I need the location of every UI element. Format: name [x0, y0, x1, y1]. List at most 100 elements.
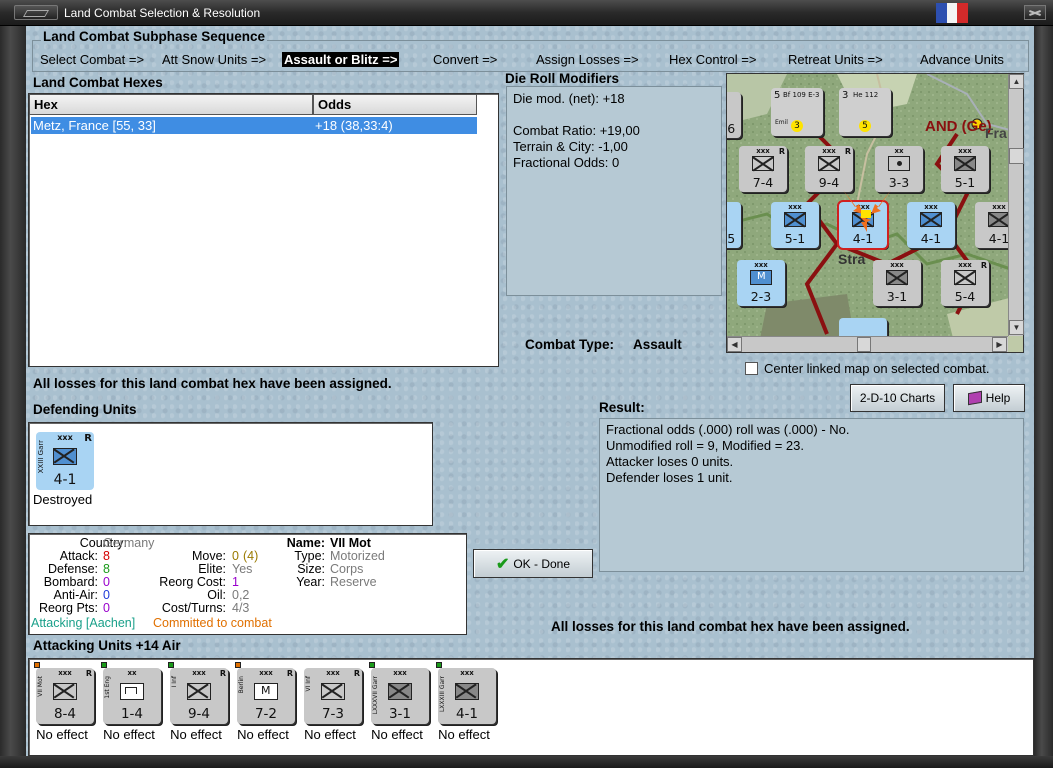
map-counter[interactable]: xxx R 7-4 — [739, 146, 787, 192]
result-line: Fractional odds (.000) roll was (.000) -… — [606, 422, 850, 437]
counter-size: xxx — [460, 669, 474, 677]
defending-heading: Defending Units — [33, 402, 137, 417]
center-linked-checkbox[interactable] — [745, 362, 758, 375]
defending-unit-counter[interactable]: xxx R XXIII Garr 4-1 — [36, 432, 94, 490]
attacking-unit[interactable]: xxx LXXXVII Garr 3-1 No effect — [363, 662, 431, 742]
linked-map[interactable]: AND (Ge) Fra Stra 5 Bf 109 E-3 Emil 3 3 … — [726, 73, 1024, 353]
hex-cell: Metz, France [55, 33] — [33, 118, 156, 133]
counter-side-label: I Inf — [171, 676, 178, 688]
counter-r: R — [778, 147, 785, 156]
system-menu-button[interactable] — [14, 5, 58, 20]
garrison-symbol-icon — [988, 212, 1010, 227]
air-unit-counter[interactable]: 3 He 112 5 — [839, 88, 891, 136]
frame-left — [0, 26, 26, 768]
step-retreat-units: Retreat Units => — [788, 52, 883, 67]
attacking-unit-counter[interactable]: xxx LXXXVII Garr 3-1 — [371, 668, 429, 724]
cost-turns-value: 4/3 — [232, 601, 250, 615]
scroll-thumb[interactable] — [857, 337, 871, 352]
air-unit-name: Bf 109 E-3 — [783, 91, 820, 99]
scroll-left-icon[interactable]: ◀ — [727, 337, 742, 352]
attacking-unit[interactable]: xxx R I Inf 9-4 No effect — [162, 662, 230, 742]
result-panel: Fractional odds (.000) roll was (.000) -… — [599, 418, 1024, 572]
fractional-odds-line: Fractional Odds: 0 — [513, 155, 620, 170]
counter-size: xx — [127, 669, 137, 677]
motorized-symbol-icon: M — [750, 270, 772, 285]
country-value: Germany — [103, 536, 155, 550]
help-button[interactable]: Help — [953, 384, 1025, 412]
infantry-symbol-icon — [818, 156, 840, 171]
counter-strength: 8-4 — [53, 706, 77, 722]
frame-bottom — [0, 756, 1053, 768]
counter-size: xxx — [788, 203, 802, 211]
scroll-right-icon[interactable]: ▶ — [992, 337, 1007, 352]
attacking-unit-counter[interactable]: xxx R I Inf 9-4 — [170, 668, 228, 724]
counter-r: R — [286, 669, 293, 678]
attacking-unit-counter[interactable]: xxx LXXXIII Garr 4-1 — [438, 668, 496, 724]
infantry-symbol-icon — [752, 156, 774, 171]
terrain-city-line: Terrain & City: -1,00 — [513, 139, 628, 154]
attacking-unit-counter[interactable]: xxx R VII Mot 8-4 — [36, 668, 94, 724]
ok-done-label: OK - Done — [513, 556, 571, 571]
step-assign-losses: Assign Losses => — [536, 52, 639, 67]
ok-done-button[interactable]: ✔ OK - Done — [473, 549, 593, 578]
garrison-symbol-icon — [920, 212, 942, 227]
hexes-table: Hex Odds Metz, France [55, 33] +18 (38,3… — [28, 93, 499, 367]
map-vertical-scrollbar[interactable]: ▲ ▼ — [1008, 74, 1024, 336]
scroll-thumb[interactable] — [1009, 148, 1024, 164]
attacking-unit-counter[interactable]: xxx R Berlin M 7-2 — [237, 668, 295, 724]
counter-strength: 1-4 — [120, 706, 144, 722]
map-counter[interactable]: xxx R 5-4 — [941, 260, 989, 306]
air-unit-counter[interactable]: 5 Bf 109 E-3 Emil 3 — [771, 88, 823, 136]
unit-effect: No effect — [371, 727, 423, 742]
air-unit-pilot: Emil — [775, 119, 788, 126]
counter-r: R — [85, 669, 92, 678]
map-counter[interactable]: -5 — [727, 202, 741, 248]
step-att-snow-units: Att Snow Units => — [162, 52, 267, 67]
garrison-symbol-icon — [388, 683, 412, 700]
attacking-unit[interactable]: xx 1st Eng 1-4 No effect — [95, 662, 163, 742]
attacking-unit-counter[interactable]: xxx R VI Inf 7-3 — [304, 668, 362, 724]
attacking-status: Attacking [Aachen] — [31, 616, 136, 630]
map-country-label: AND (Ge) — [925, 118, 992, 135]
map-horizontal-scrollbar[interactable]: ◀ ▶ — [727, 336, 1008, 352]
counter-r: R — [84, 433, 92, 444]
losses-assigned-message: All losses for this land combat hex have… — [33, 376, 392, 391]
attacking-unit[interactable]: xxx R VI Inf 7-3 No effect — [296, 668, 364, 742]
attacking-unit[interactable]: xxx R Berlin M 7-2 No effect — [229, 662, 297, 742]
map-counter[interactable]: xxx 4-1 — [907, 202, 955, 248]
counter-size: xxx — [890, 261, 904, 269]
garrison-symbol-icon — [886, 270, 908, 285]
attacking-unit[interactable]: xxx LXXXIII Garr 4-1 No effect — [430, 662, 498, 742]
map-counter[interactable]: xxx 5-1 — [771, 202, 819, 248]
committed-status: Committed to combat — [153, 616, 272, 630]
artillery-symbol-icon — [888, 156, 910, 171]
result-line: Attacker loses 0 units. — [606, 454, 734, 469]
france-flag-icon — [936, 3, 969, 23]
column-hex[interactable]: Hex — [29, 94, 313, 115]
counter-strength: 9-4 — [187, 706, 211, 722]
garrison-symbol-icon — [954, 156, 976, 171]
scroll-up-icon[interactable]: ▲ — [1009, 74, 1024, 89]
map-counter[interactable]: xxx 5-1 — [941, 146, 989, 192]
step-hex-control: Hex Control => — [669, 52, 757, 67]
step-select-combat: Select Combat => — [40, 52, 145, 67]
table-row[interactable]: Metz, France [55, 33] +18 (38,33:4) — [31, 117, 477, 134]
charts-button[interactable]: 2-D-10 Charts — [850, 384, 945, 412]
close-button[interactable] — [1024, 5, 1046, 20]
attacking-unit[interactable]: xxx R VII Mot 8-4 No effect — [28, 662, 96, 742]
garrison-symbol-icon — [455, 683, 479, 700]
map-counter[interactable]: -6 — [727, 92, 741, 138]
year-label: Year: — [296, 575, 325, 589]
motorized-symbol-icon — [53, 683, 77, 700]
column-odds[interactable]: Odds — [313, 94, 477, 115]
counter-size: xxx — [754, 261, 768, 269]
map-counter[interactable]: xxx M 2-3 — [737, 260, 785, 306]
counter-size: xxx — [958, 147, 972, 155]
step-assault-or-blitz: Assault or Blitz => — [282, 52, 400, 67]
subphase-heading: Land Combat Subphase Sequence — [41, 29, 268, 44]
scroll-down-icon[interactable]: ▼ — [1009, 320, 1024, 335]
counter-strength: -5 — [727, 231, 736, 246]
map-counter[interactable]: xxx 3-1 — [873, 260, 921, 306]
counter-strength: -6 — [727, 121, 736, 136]
attacking-unit-counter[interactable]: xx 1st Eng 1-4 — [103, 668, 161, 724]
